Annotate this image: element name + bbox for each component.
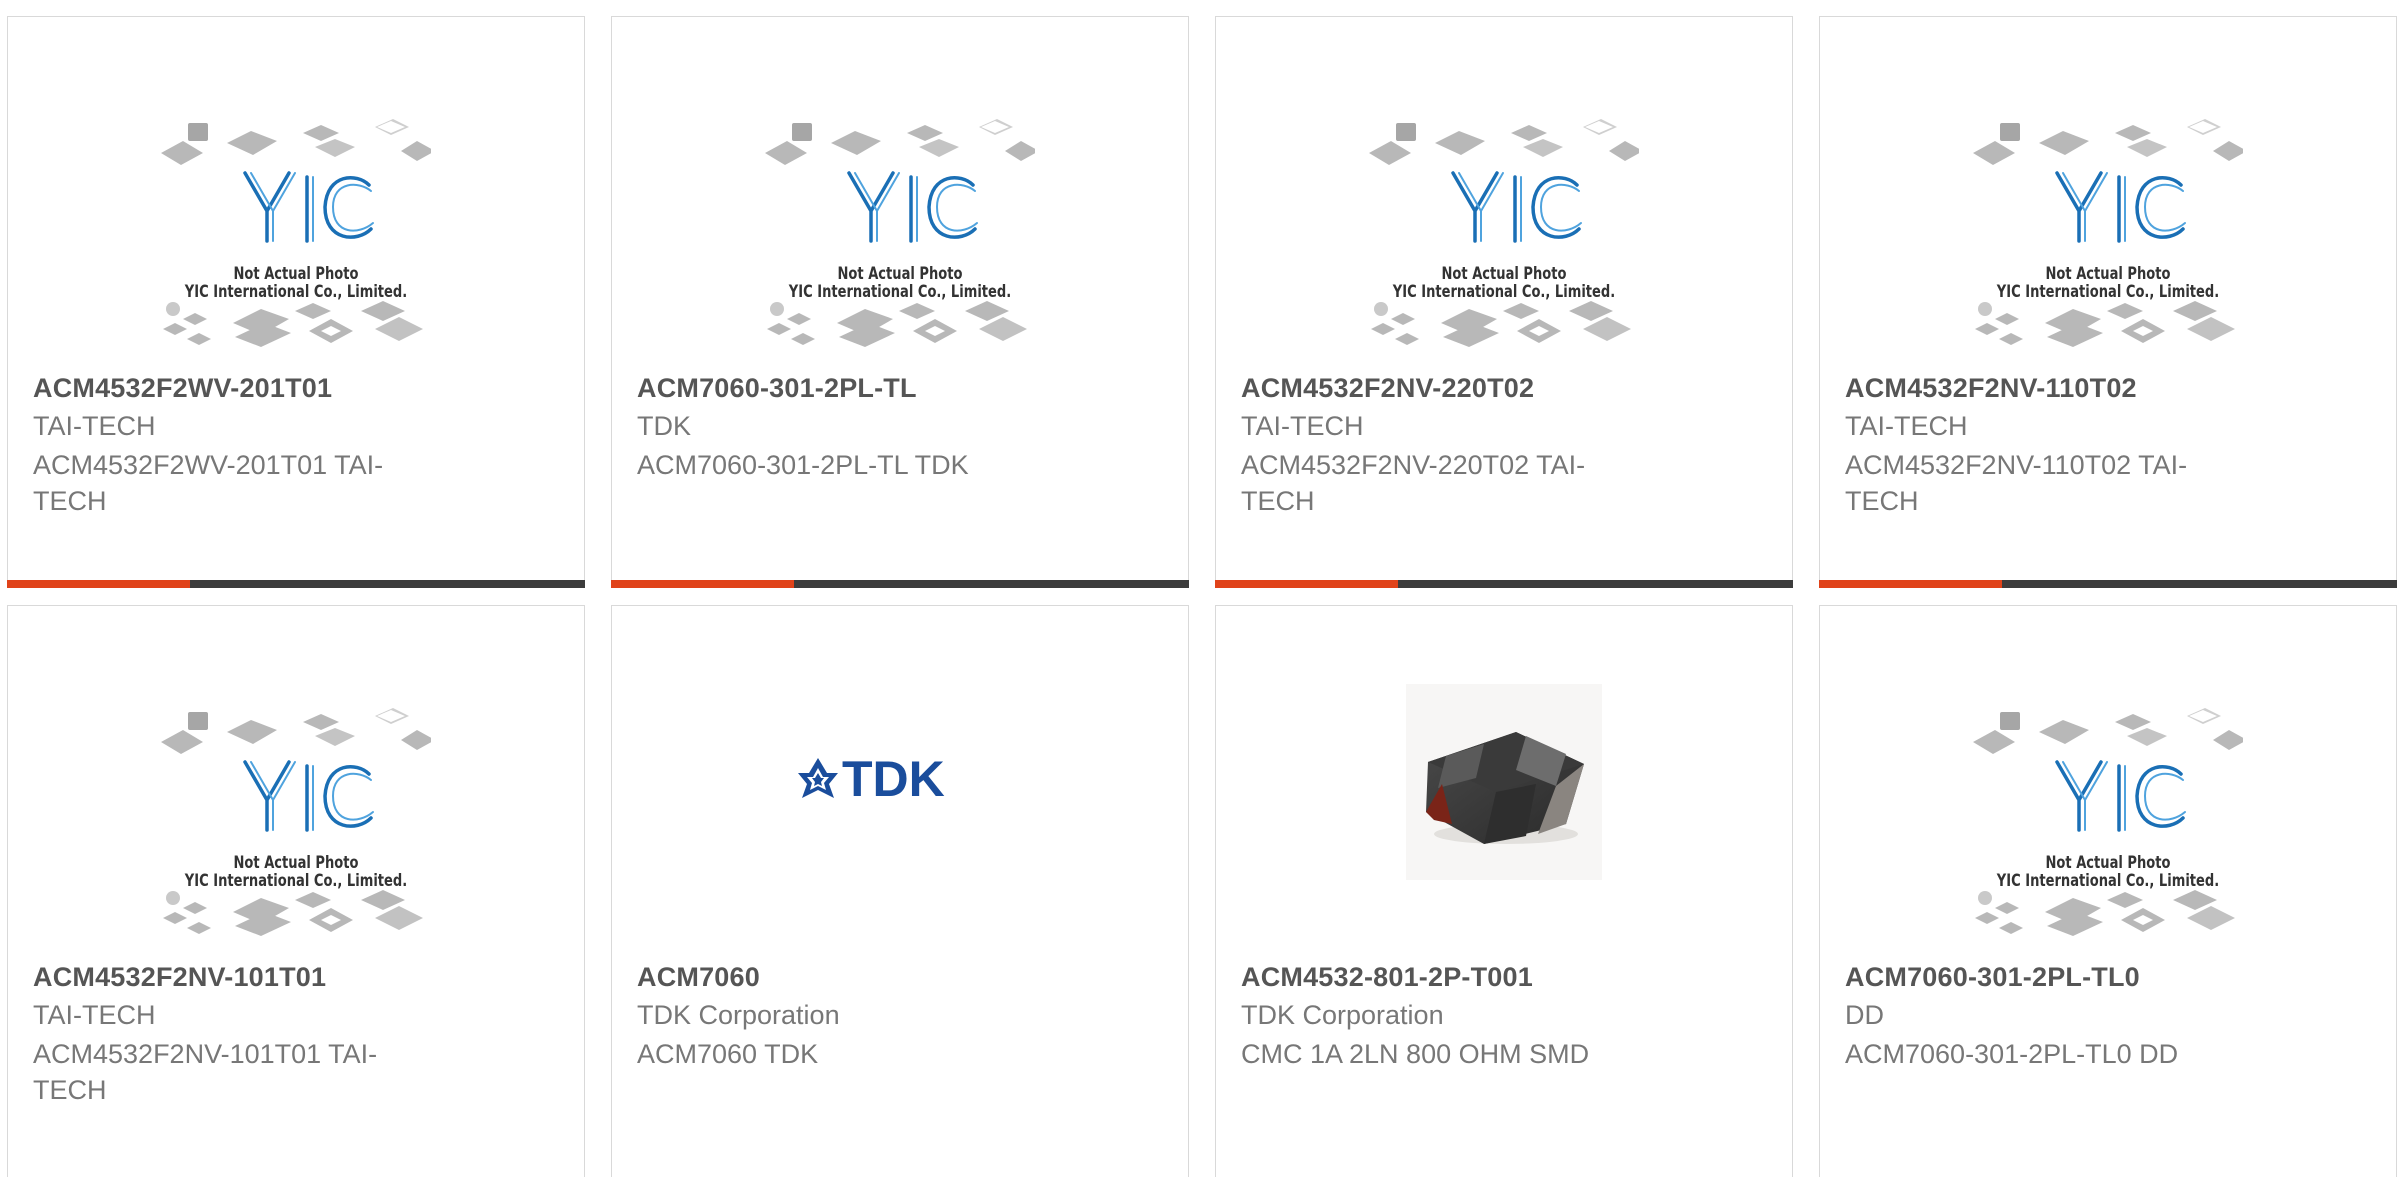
description: ACM7060-301-2PL-TL0 DD (1845, 1039, 2179, 1069)
part-number-link[interactable]: ACM4532F2NV-110T02 (1845, 373, 2137, 404)
placeholder-line2: YIC International Co., Limited. (788, 282, 1012, 301)
yic-component-sketch (161, 119, 431, 347)
product-card[interactable]: TDK ACM7060 TDK Corporation ACM7060 TDK (611, 605, 1189, 1177)
part-number-link[interactable]: ACM4532F2NV-220T02 (1241, 373, 1534, 404)
yic-placeholder-image: Not Actual Photo YIC International Co., … (1973, 115, 2243, 355)
manufacturer: TAI-TECH (33, 1000, 156, 1030)
product-image[interactable]: Not Actual Photo YIC International Co., … (1216, 17, 1792, 357)
description: ACM7060 TDK (637, 1039, 819, 1069)
placeholder-line2: YIC International Co., Limited. (1392, 282, 1616, 301)
description: ACM7060-301-2PL-TL TDK (637, 450, 969, 480)
chip-photo-image (1406, 684, 1602, 880)
card-bar (7, 580, 585, 588)
yic-placeholder-image: Not Actual Photo YIC International Co., … (1973, 704, 2243, 944)
part-number-link[interactable]: ACM4532F2NV-101T01 (33, 962, 326, 993)
part-number-link[interactable]: ACM7060-301-2PL-TL (637, 373, 917, 404)
placeholder-line2: YIC International Co., Limited. (184, 282, 408, 301)
card-bar (1215, 580, 1793, 588)
yic-component-sketch (1973, 708, 2243, 936)
product-card[interactable]: Not Actual Photo YIC International Co., … (7, 16, 585, 588)
placeholder-line2: YIC International Co., Limited. (1996, 282, 2220, 301)
product-card[interactable]: Not Actual Photo YIC International Co., … (7, 605, 585, 1177)
placeholder-line1: Not Actual Photo (837, 264, 963, 283)
tdk-logo-text: TDK (842, 756, 945, 800)
manufacturer: TDK Corporation (637, 1000, 840, 1030)
manufacturer: TDK (637, 411, 691, 441)
description: ACM4532F2NV-220T02 TAI-TECH (1241, 450, 1586, 516)
product-image[interactable] (1216, 606, 1792, 946)
description: ACM4532F2NV-101T01 TAI-TECH (33, 1039, 378, 1105)
placeholder-line1: Not Actual Photo (2045, 853, 2171, 872)
product-card[interactable]: Not Actual Photo YIC International Co., … (611, 16, 1189, 588)
part-number-link[interactable]: ACM4532F2WV-201T01 (33, 373, 332, 404)
placeholder-line1: Not Actual Photo (1441, 264, 1567, 283)
product-image[interactable]: Not Actual Photo YIC International Co., … (8, 17, 584, 357)
yic-component-sketch (765, 119, 1035, 347)
yic-placeholder-image: Not Actual Photo YIC International Co., … (161, 115, 431, 355)
yic-component-sketch (1369, 119, 1639, 347)
part-number-link[interactable]: ACM7060-301-2PL-TL0 (1845, 962, 2140, 993)
product-card[interactable]: Not Actual Photo YIC International Co., … (1215, 16, 1793, 588)
product-image[interactable]: Not Actual Photo YIC International Co., … (8, 606, 584, 946)
yic-placeholder-image: Not Actual Photo YIC International Co., … (1369, 115, 1639, 355)
manufacturer: TAI-TECH (1845, 411, 1968, 441)
card-bar (1819, 580, 2397, 588)
description: ACM4532F2WV-201T01 TAI-TECH (33, 450, 384, 516)
part-number-link[interactable]: ACM4532-801-2P-T001 (1241, 962, 1533, 993)
product-image[interactable]: TDK (612, 606, 1188, 946)
placeholder-line2: YIC International Co., Limited. (1996, 871, 2220, 890)
yic-component-sketch (161, 708, 431, 936)
yic-component-sketch (1973, 119, 2243, 347)
manufacturer: DD (1845, 1000, 1884, 1030)
tdk-logo-image: TDK (798, 751, 1002, 807)
product-card[interactable]: Not Actual Photo YIC International Co., … (1819, 605, 2397, 1177)
yic-placeholder-image: Not Actual Photo YIC International Co., … (765, 115, 1035, 355)
description: ACM4532F2NV-110T02 TAI-TECH (1845, 450, 2188, 516)
product-grid: Not Actual Photo YIC International Co., … (0, 0, 2400, 1177)
manufacturer: TAI-TECH (33, 411, 156, 441)
manufacturer: TDK Corporation (1241, 1000, 1444, 1030)
description: CMC 1A 2LN 800 OHM SMD (1241, 1039, 1590, 1069)
part-number-link[interactable]: ACM7060 (637, 962, 760, 993)
product-card[interactable]: Not Actual Photo YIC International Co., … (1819, 16, 2397, 588)
placeholder-line1: Not Actual Photo (233, 853, 359, 872)
manufacturer: TAI-TECH (1241, 411, 1364, 441)
card-bar (611, 580, 1189, 588)
yic-placeholder-image: Not Actual Photo YIC International Co., … (161, 704, 431, 944)
product-image[interactable]: Not Actual Photo YIC International Co., … (1820, 17, 2396, 357)
placeholder-line1: Not Actual Photo (2045, 264, 2171, 283)
placeholder-line1: Not Actual Photo (233, 264, 359, 283)
product-image[interactable]: Not Actual Photo YIC International Co., … (612, 17, 1188, 357)
product-image[interactable]: Not Actual Photo YIC International Co., … (1820, 606, 2396, 946)
product-card[interactable]: ACM4532-801-2P-T001 TDK Corporation CMC … (1215, 605, 1793, 1177)
placeholder-line2: YIC International Co., Limited. (184, 871, 408, 890)
